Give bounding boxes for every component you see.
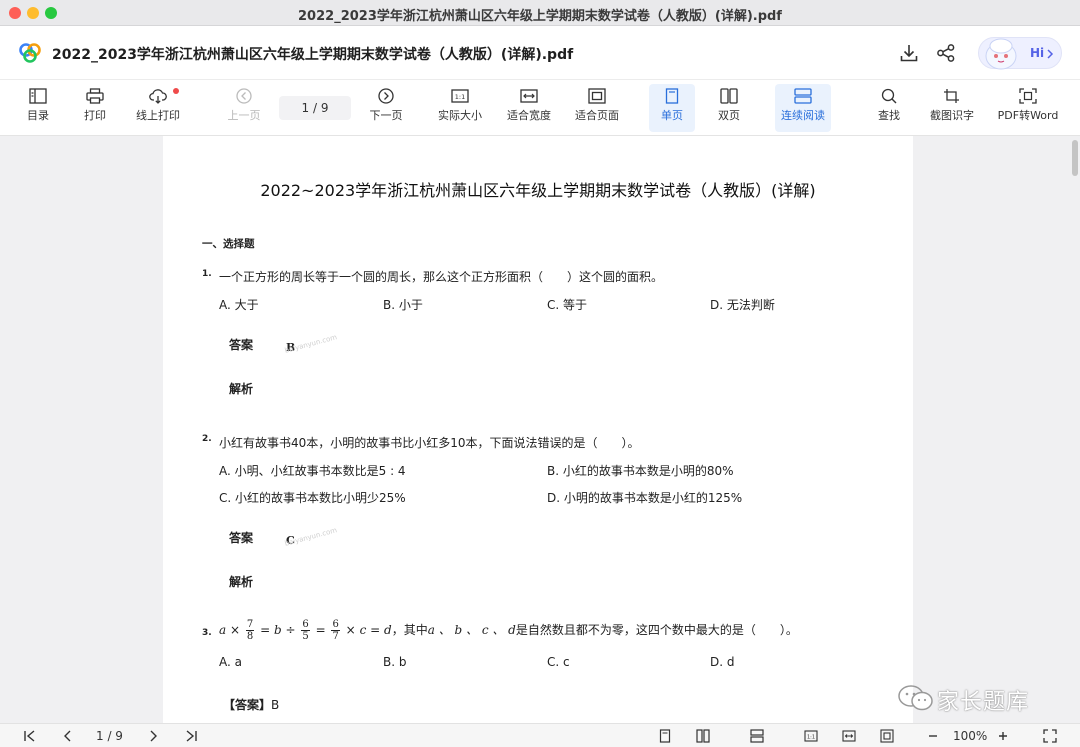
status-page-indicator[interactable]: 1 / 9	[96, 729, 123, 743]
option-b: B. 小红的故事书本数是小明的80%	[547, 464, 734, 478]
option-a: A. 小明、小红故事书本数比是5 : 4	[219, 464, 406, 478]
option-d: D. 无法判断	[710, 298, 775, 312]
toc-button[interactable]: 目录	[18, 84, 58, 132]
arrow-left-circle-icon	[236, 88, 252, 104]
option-c: C. 等于	[547, 298, 588, 312]
svg-text:1:1: 1:1	[455, 93, 465, 101]
app-logo-icon	[19, 43, 41, 63]
fit-width-icon[interactable]	[842, 729, 856, 743]
fit-page-icon	[588, 88, 606, 104]
double-page-icon	[720, 88, 738, 104]
crop-icon	[944, 89, 959, 103]
fit-width-button[interactable]: 适合宽度	[503, 84, 555, 132]
cloud-print-icon	[149, 89, 167, 104]
continuous-view-icon[interactable]	[750, 729, 764, 743]
question-number: 3.	[202, 628, 212, 638]
question-text: 小红有故事书40本，小明的故事书比小红多10本，下面说法错误的是（ ）。	[219, 436, 640, 450]
pdf-to-word-button[interactable]: PDF转Word	[995, 84, 1061, 132]
answer-bracket-label: 【答案】B	[223, 698, 280, 712]
prev-page-icon[interactable]	[61, 729, 75, 743]
zoom-level[interactable]: 100%	[953, 729, 987, 743]
toc-icon	[29, 88, 47, 104]
brand-watermark-text: 家长题库	[937, 690, 1030, 715]
math-question-text: a × 78 = b ÷ 65 = 67 × c = d，其中a 、 b 、 c…	[219, 619, 798, 642]
next-page-icon[interactable]	[146, 729, 160, 743]
chevron-right-icon	[1047, 49, 1054, 59]
option-d: D. 小明的故事书本数是小红的125%	[547, 491, 743, 505]
share-icon[interactable]	[936, 43, 956, 63]
last-page-icon[interactable]	[184, 729, 198, 743]
option-a: A. a	[219, 655, 242, 669]
actual-size-icon[interactable]: 1:1	[804, 729, 818, 743]
search-icon	[881, 88, 897, 104]
convert-icon	[1019, 88, 1037, 104]
search-button[interactable]: 查找	[866, 84, 912, 132]
assistant-button[interactable]: Hi	[978, 37, 1062, 70]
option-c: C. c	[547, 655, 570, 669]
answer-label: 答案	[229, 531, 254, 545]
brand-watermark: 家长题库	[893, 680, 1053, 716]
first-page-icon[interactable]	[23, 729, 37, 743]
fit-width-icon	[520, 89, 538, 103]
option-c: C. 小红的故事书本数比小明少25%	[219, 491, 406, 505]
printer-icon	[86, 88, 104, 104]
next-page-button[interactable]: 下一页	[364, 84, 408, 132]
single-page-button[interactable]: 单页	[649, 84, 695, 132]
single-page-view-icon[interactable]	[658, 729, 672, 743]
window-titlebar: 2022_2023学年浙江杭州萧山区六年级上学期期末数学试卷（人教版）(详解).…	[0, 0, 1080, 26]
question-number: 2.	[202, 434, 212, 444]
answer-label: 答案	[229, 338, 254, 352]
watermark-text: baiyanyun.com	[283, 333, 338, 355]
status-bar: 1 / 9 1:1 100%	[0, 723, 1080, 747]
analysis-label: 解析	[229, 382, 254, 396]
question-text: 一个正方形的周长等于一个圆的周长，那么这个正方形面积（ ）这个圆的面积。	[219, 270, 664, 284]
svg-text:1:1: 1:1	[807, 735, 815, 741]
actual-size-button[interactable]: 1:1 实际大小	[434, 84, 486, 132]
vertical-scrollbar[interactable]	[1072, 140, 1078, 176]
question-number: 1.	[202, 269, 212, 279]
zoom-out-icon[interactable]	[926, 729, 940, 743]
page-title: 2022~2023学年浙江杭州萧山区六年级上学期期末数学试卷（人教版）(详解)	[260, 181, 816, 200]
notification-dot	[173, 88, 179, 94]
continuous-scroll-icon	[794, 88, 812, 104]
fraction: 67	[331, 619, 340, 642]
pdf-page: 2022~2023学年浙江杭州萧山区六年级上学期期末数学试卷（人教版）(详解) …	[163, 136, 913, 723]
fullscreen-icon[interactable]	[1043, 729, 1057, 743]
analysis-label: 解析	[229, 575, 254, 589]
wechat-icon	[898, 685, 933, 711]
option-a: A. 大于	[219, 298, 259, 312]
assistant-label: Hi	[1030, 46, 1045, 60]
fit-page-icon[interactable]	[880, 729, 894, 743]
actual-size-icon: 1:1	[451, 89, 469, 103]
option-b: B. 小于	[383, 298, 423, 312]
app-header: 2022_2023学年浙江杭州萧山区六年级上学期期末数学试卷（人教版）(详解).…	[0, 26, 1080, 80]
fraction: 65	[301, 619, 310, 642]
print-button[interactable]: 打印	[75, 84, 115, 132]
option-b: B. b	[383, 655, 407, 669]
watermark-text: baiyanyun.com	[283, 526, 338, 548]
double-page-button[interactable]: 双页	[706, 84, 752, 132]
download-icon[interactable]	[899, 43, 919, 63]
double-page-view-icon[interactable]	[696, 729, 710, 743]
zoom-in-icon[interactable]	[996, 729, 1010, 743]
assistant-avatar-icon	[985, 38, 1017, 70]
continuous-reading-button[interactable]: 连续阅读	[775, 84, 831, 132]
page-number-input[interactable]: 1 / 9	[279, 96, 351, 120]
section-heading: 一、选择题	[202, 238, 255, 250]
prev-page-button[interactable]: 上一页	[222, 84, 266, 132]
document-viewer[interactable]: 2022~2023学年浙江杭州萧山区六年级上学期期末数学试卷（人教版）(详解) …	[0, 136, 1080, 723]
option-d: D. d	[710, 655, 735, 669]
window-title: 2022_2023学年浙江杭州萧山区六年级上学期期末数学试卷（人教版）(详解).…	[298, 9, 782, 24]
ocr-button[interactable]: 截图识字	[926, 84, 978, 132]
document-title: 2022_2023学年浙江杭州萧山区六年级上学期期末数学试卷（人教版）(详解).…	[52, 47, 574, 63]
toolbar: 目录 打印 线上打印 上一页 1 / 9 下一页 1:1 实际大小 适合宽度 适…	[0, 80, 1080, 136]
fraction: 78	[245, 619, 255, 642]
single-page-icon	[665, 88, 679, 104]
fit-page-button[interactable]: 适合页面	[571, 84, 623, 132]
arrow-right-circle-icon	[378, 88, 394, 104]
